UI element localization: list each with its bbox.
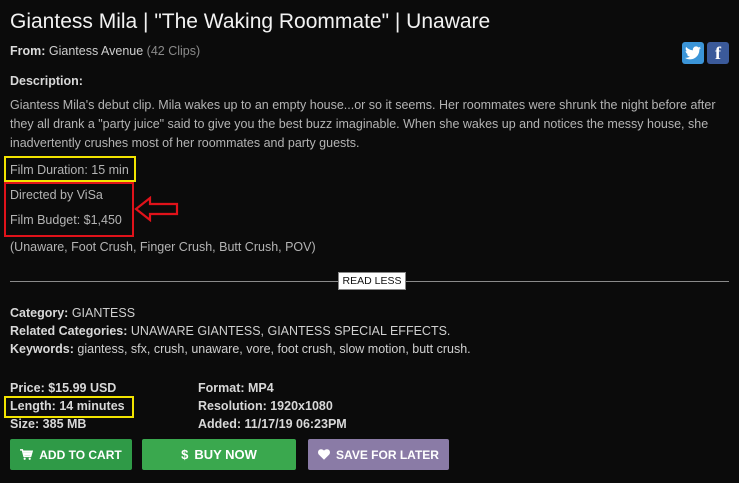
twitter-icon[interactable] [682,42,704,64]
added-value: 11/17/19 06:23PM [244,417,347,431]
tag-list: (Unaware, Foot Crush, Finger Crush, Butt… [10,240,316,254]
size-value: 385 MB [42,417,87,431]
resolution-label: Resolution: [198,399,267,413]
social-share: f [682,42,729,64]
description-text: Giantess Mila's debut clip. Mila wakes u… [10,98,716,150]
divider-right [406,281,729,282]
save-for-later-label: SAVE FOR LATER [336,447,439,462]
highlight-box-duration [4,156,136,182]
highlight-box-credits [4,182,134,237]
related-label: Related Categories: [10,324,128,338]
description-heading: Description: [10,74,83,88]
dollar-icon: $ [181,447,189,462]
format-label: Format: [198,381,245,395]
add-to-cart-label: ADD TO CART [39,447,122,462]
arrow-left-icon [134,196,179,222]
related-links[interactable]: UNAWARE GIANTESS, GIANTESS SPECIAL EFFEC… [131,324,451,338]
buy-now-button[interactable]: $ BUY NOW [142,439,296,470]
add-to-cart-button[interactable]: ADD TO CART [10,439,132,470]
format-line: Format: MP4 [198,381,274,395]
resolution-line: Resolution: 1920x1080 [198,399,333,413]
added-label: Added: [198,417,242,431]
price-line: Price: $15.99 USD [10,381,116,395]
studio-line: From: Giantess Avenue (42 Clips) [10,44,200,58]
keywords-links[interactable]: giantess, sfx, crush, unaware, vore, foo… [77,342,470,356]
size-line: Size: 385 MB [10,417,86,431]
related-categories-line: Related Categories: UNAWARE GIANTESS, GI… [10,324,450,338]
size-label: Size: [10,417,40,431]
keywords-line: Keywords: giantess, sfx, crush, unaware,… [10,342,471,356]
studio-link[interactable]: Giantess Avenue [49,44,143,58]
page-title: Giantess Mila | "The Waking Roommate" | … [10,10,491,33]
read-less-button[interactable]: READ LESS [338,272,406,290]
facebook-icon[interactable]: f [707,42,729,64]
cart-icon [20,449,34,460]
divider-left [10,281,338,282]
price-label: Price: [10,381,45,395]
category-line: Category: GIANTESS [10,306,135,320]
buy-now-label: BUY NOW [194,447,257,462]
category-label: Category: [10,306,69,320]
added-line: Added: 11/17/19 06:23PM [198,417,347,431]
heart-icon [318,449,331,460]
highlight-box-length [4,396,134,418]
category-link[interactable]: GIANTESS [72,306,135,320]
format-value: MP4 [248,381,274,395]
save-for-later-button[interactable]: SAVE FOR LATER [308,439,449,470]
price-value: $15.99 USD [48,381,117,395]
from-label: From: [10,44,46,58]
resolution-value: 1920x1080 [270,399,333,413]
keywords-label: Keywords: [10,342,74,356]
clip-count: (42 Clips) [146,44,201,58]
